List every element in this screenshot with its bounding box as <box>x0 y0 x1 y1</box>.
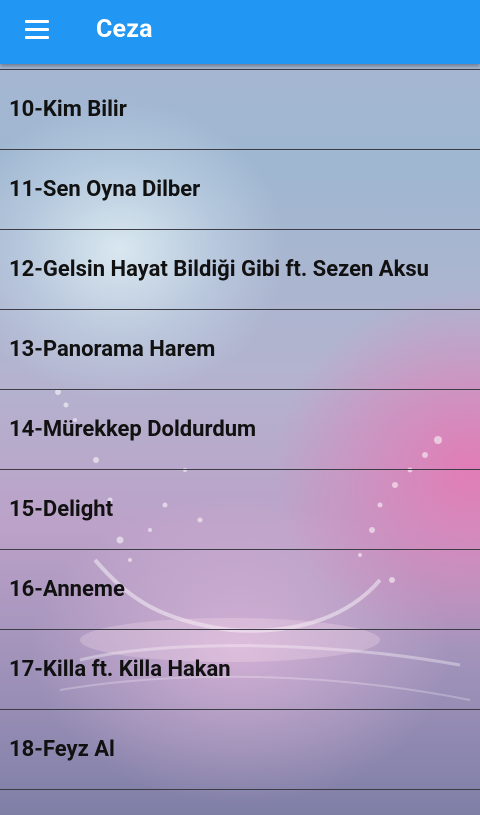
page-title: Ceza <box>96 15 153 44</box>
song-title: 16-Anneme <box>9 577 125 602</box>
list-item[interactable]: 18-Feyz Al <box>0 710 480 790</box>
list-item[interactable]: 16-Anneme <box>0 550 480 630</box>
song-title: 13-Panorama Harem <box>9 337 216 362</box>
list-item[interactable]: 12-Gelsin Hayat Bildiği Gibi ft. Sezen A… <box>0 230 480 310</box>
song-title: 10-Kim Bilir <box>9 97 127 122</box>
menu-icon[interactable] <box>14 10 60 50</box>
song-list: 10-Kim Bilir 11-Sen Oyna Dilber 12-Gelsi… <box>0 69 480 790</box>
list-item[interactable]: 13-Panorama Harem <box>0 310 480 390</box>
song-title: 17-Killa ft. Killa Hakan <box>9 657 231 682</box>
list-item[interactable]: 14-Mürekkep Doldurdum <box>0 390 480 470</box>
song-title: 11-Sen Oyna Dilber <box>9 177 201 202</box>
menu-icon-line <box>25 20 49 23</box>
menu-icon-line <box>25 36 49 39</box>
app-bar: Ceza <box>0 0 480 64</box>
song-title: 15-Delight <box>9 497 114 522</box>
menu-icon-line <box>25 28 49 31</box>
song-title: 18-Feyz Al <box>9 737 115 762</box>
list-item[interactable]: 11-Sen Oyna Dilber <box>0 150 480 230</box>
list-item[interactable]: 15-Delight <box>0 470 480 550</box>
list-item[interactable]: 17-Killa ft. Killa Hakan <box>0 630 480 710</box>
song-title: 12-Gelsin Hayat Bildiği Gibi ft. Sezen A… <box>9 257 429 282</box>
song-title: 14-Mürekkep Doldurdum <box>9 417 257 442</box>
list-item[interactable]: 10-Kim Bilir <box>0 70 480 150</box>
